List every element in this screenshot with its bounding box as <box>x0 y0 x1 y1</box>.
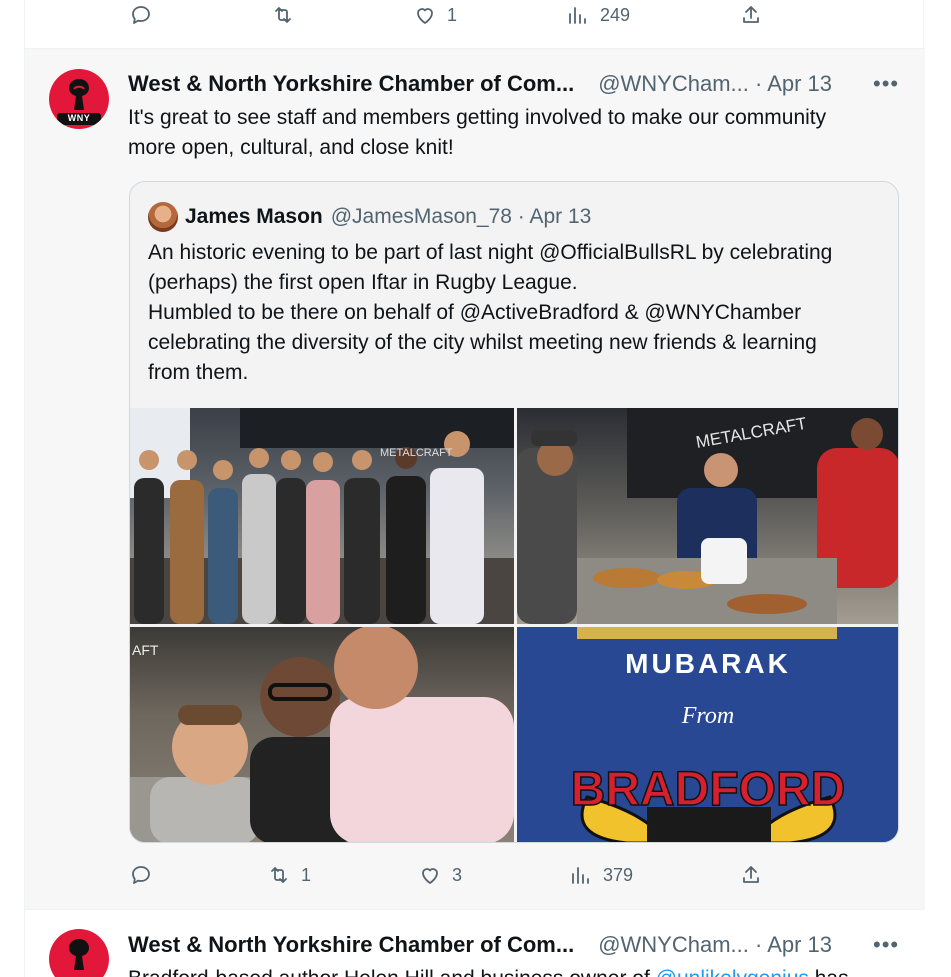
reply-button[interactable] <box>129 863 163 887</box>
tweet-text-line: It's great to see staff and members gett… <box>128 106 827 129</box>
retweet-icon <box>271 867 287 883</box>
poster-illustration: MUBARAK From BRADFORD <box>517 627 898 842</box>
photo-selfie[interactable]: AFT <box>130 627 514 842</box>
share-icon <box>743 6 759 23</box>
tweet-text: Bradford-based author Helen Hill and bus… <box>128 964 918 977</box>
wny-logo-icon <box>69 939 89 970</box>
quoted-tweet-text: An historic evening to be part of last n… <box>148 238 888 388</box>
like-count: 3 <box>452 864 463 885</box>
media-grid: METALCRAFT METALCRAFT AFT MUBARAK From B… <box>130 408 898 842</box>
more-options-button[interactable]: ••• <box>873 932 899 958</box>
photo1-sign: METALCRAFT <box>380 447 453 459</box>
tweet[interactable]: WNY West & North Yorkshire Chamber of Co… <box>25 49 925 909</box>
author-name[interactable]: West & North Yorkshire Chamber of Com... <box>128 71 574 97</box>
like-count: 1 <box>447 4 458 25</box>
reply-button[interactable] <box>129 3 163 27</box>
next-tweet[interactable]: West & North Yorkshire Chamber of Com...… <box>25 910 925 977</box>
previous-tweet-actions: 1 249 <box>25 0 925 40</box>
share-button[interactable] <box>739 863 763 887</box>
like-button[interactable]: 3 <box>418 863 462 887</box>
tweet-text-line: has <box>809 967 849 977</box>
views-icon <box>569 7 586 24</box>
author-avatar[interactable]: WNY <box>49 69 109 129</box>
author-handle-date[interactable]: @WNYCham... · Apr 13 <box>598 71 832 97</box>
retweet-icon <box>275 7 291 23</box>
reply-icon <box>132 6 150 24</box>
quoted-text-line: celebrating the diversity of the city wh… <box>148 331 817 354</box>
author-name[interactable]: West & North Yorkshire Chamber of Com... <box>128 932 574 958</box>
heart-icon <box>417 8 433 24</box>
quoted-author-avatar[interactable] <box>148 202 178 232</box>
photo-serving[interactable]: METALCRAFT <box>517 408 898 624</box>
like-button[interactable]: 1 <box>413 3 457 27</box>
serving-photo-illustration: METALCRAFT <box>517 408 898 624</box>
photo-group[interactable]: METALCRAFT <box>130 408 514 624</box>
reply-icon <box>132 866 150 884</box>
tweet-actions: 1 3 379 <box>25 857 925 897</box>
quoted-tweet[interactable]: James Mason @JamesMason_78 · Apr 13 An h… <box>129 181 899 843</box>
avatar-label: WNY <box>67 113 91 123</box>
share-button[interactable] <box>739 3 763 27</box>
group-photo-illustration: METALCRAFT <box>130 408 514 624</box>
tweet-text-line: Bradford-based author Helen Hill and bus… <box>128 967 656 977</box>
tweet-header: West & North Yorkshire Chamber of Com...… <box>128 71 832 97</box>
author-handle-date[interactable]: @WNYCham... · Apr 13 <box>598 932 832 958</box>
photo3-sign: AFT <box>132 642 159 658</box>
views-icon <box>572 867 589 884</box>
heart-icon <box>422 868 438 884</box>
mention-link[interactable]: @unlikelygenius <box>656 967 809 977</box>
tweet-header: West & North Yorkshire Chamber of Com...… <box>128 932 832 958</box>
retweet-count: 1 <box>301 864 312 885</box>
timeline: 1 249 WNY West & North Yorkshire Chamber… <box>24 0 925 977</box>
poster-from: From <box>681 703 734 729</box>
share-icon <box>743 866 759 883</box>
photo-poster[interactable]: MUBARAK From BRADFORD <box>517 627 898 842</box>
retweet-button[interactable] <box>271 3 305 27</box>
poster-bradford: BRADFORD <box>571 763 846 816</box>
views-button[interactable]: 249 <box>566 3 630 27</box>
views-button[interactable]: 379 <box>569 863 633 887</box>
quoted-author-name[interactable]: James Mason <box>185 205 323 229</box>
views-count: 379 <box>603 864 634 885</box>
tweet-text-line: more open, cultural, and close knit! <box>128 136 454 159</box>
quoted-author-handle-date[interactable]: @JamesMason_78 · Apr 13 <box>331 205 592 229</box>
quoted-tweet-header: James Mason @JamesMason_78 · Apr 13 <box>148 202 591 232</box>
quoted-text-line: from them. <box>148 361 249 384</box>
quoted-text-line: An historic evening to be part of last n… <box>148 241 833 264</box>
selfie-photo-illustration: AFT <box>130 627 514 842</box>
more-options-button[interactable]: ••• <box>873 71 899 97</box>
retweet-button[interactable]: 1 <box>267 863 311 887</box>
tweet-text: It's great to see staff and members gett… <box>128 103 908 163</box>
author-avatar[interactable] <box>49 929 109 977</box>
poster-mubarak: MUBARAK <box>625 648 791 679</box>
quoted-text-line: Humbled to be there on behalf of @Active… <box>148 301 802 324</box>
views-count: 249 <box>600 4 631 25</box>
quoted-text-line: (perhaps) the first open Iftar in Rugby … <box>148 271 578 294</box>
